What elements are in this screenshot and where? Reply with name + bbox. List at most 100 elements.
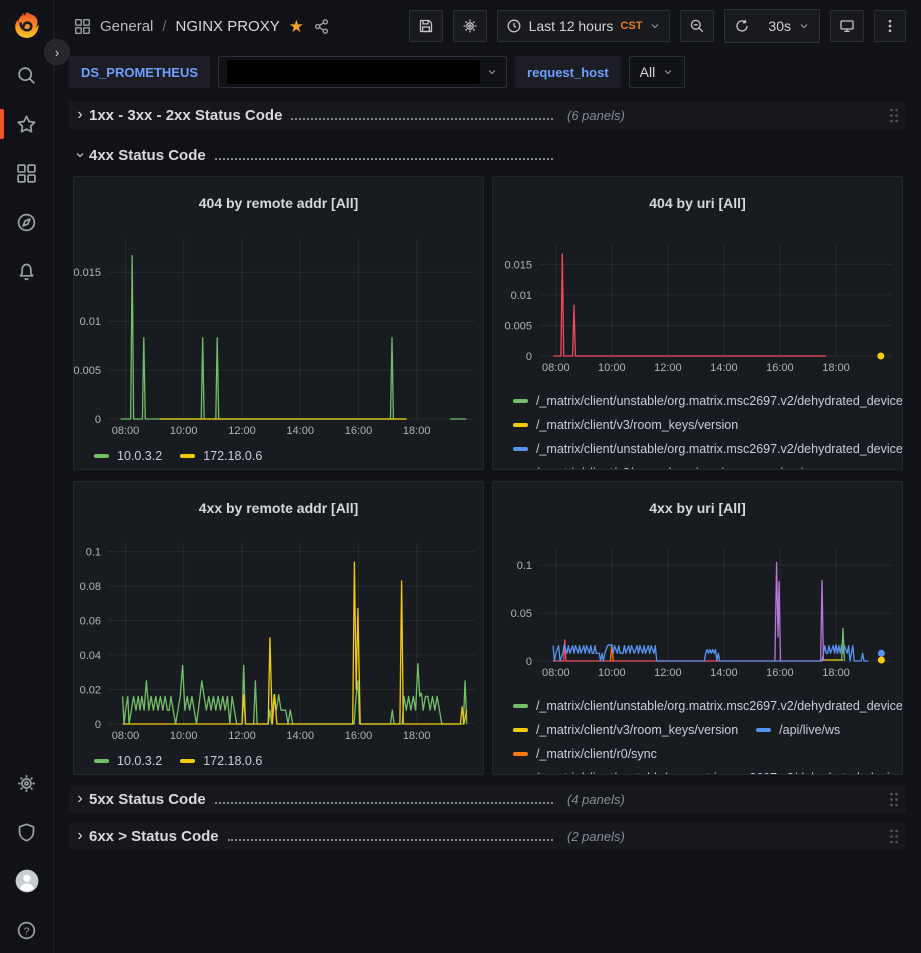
zoom-out-button[interactable] <box>680 10 714 42</box>
panel-404-by-remote-addr: 404 by remote addr [All] 08:0010:0012:00… <box>73 176 484 470</box>
legend-swatch <box>513 752 528 756</box>
legend-swatch <box>513 423 528 427</box>
legend-item[interactable]: 172.18.0.6 <box>180 749 262 773</box>
breadcrumb-dashboard-title[interactable]: NGINX PROXY <box>176 18 280 35</box>
sidebar-item-starred[interactable] <box>0 113 54 135</box>
sidebar-item-help[interactable]: ? <box>0 919 54 941</box>
legend-item[interactable]: /_matrix/client/v3/room_keys/version <box>513 718 738 742</box>
kebab-menu-icon <box>882 18 898 34</box>
legend-label: 10.0.3.2 <box>117 449 162 463</box>
legend-item[interactable]: 10.0.3.2 <box>94 749 162 773</box>
search-icon <box>16 65 37 86</box>
row-title: 4xx Status Code <box>89 147 206 164</box>
svg-text:16:00: 16:00 <box>345 425 373 437</box>
panel-title[interactable]: 404 by uri [All] <box>493 189 902 213</box>
sidebar-item-user-profile[interactable] <box>0 870 54 892</box>
breadcrumb-section[interactable]: General <box>100 18 153 35</box>
svg-text:0.04: 0.04 <box>80 650 101 662</box>
request-host-value: All <box>640 64 656 80</box>
chart-404-by-remote-addr[interactable]: 08:0010:0012:0014:0016:0018:0000.0050.01… <box>74 224 483 444</box>
legend-swatch <box>94 759 109 763</box>
time-range-picker[interactable]: Last 12 hours CST <box>497 10 671 42</box>
favorite-star-icon[interactable]: ★ <box>289 18 304 35</box>
row-5xx-status-code[interactable]: › 5xx Status Code (4 panels) <box>69 785 906 813</box>
legend-item[interactable]: /sw.js <box>756 461 810 469</box>
row-1xx-3xx-2xx-status-code[interactable]: › 1xx - 3xx - 2xx Status Code (6 panels) <box>69 101 906 129</box>
panel-grid: 404 by remote addr [All] 08:0010:0012:00… <box>73 176 903 775</box>
legend-label: 10.0.3.2 <box>117 754 162 768</box>
svg-text:0.06: 0.06 <box>80 615 101 627</box>
legend-label: /_matrix/client/unstable/org.matrix.msc2… <box>536 442 902 456</box>
request-host-variable-select[interactable]: All <box>629 56 686 88</box>
legend-item[interactable]: /_matrix/client/v3/room_keys/version <box>513 461 738 469</box>
legend-item[interactable]: /_matrix/client/r0/sync <box>513 742 657 766</box>
legend-swatch <box>180 454 195 458</box>
chevron-down-icon: › <box>71 146 89 164</box>
svg-text:18:00: 18:00 <box>822 667 850 679</box>
svg-text:08:00: 08:00 <box>112 730 140 742</box>
share-icon[interactable] <box>313 18 330 35</box>
panel-404-by-uri: 404 by uri [All] 08:0010:0012:0014:0016:… <box>492 176 903 470</box>
breadcrumb-separator: / <box>162 18 166 35</box>
sidebar-item-server-admin[interactable] <box>0 821 54 843</box>
refresh-icon <box>734 18 750 34</box>
legend-item[interactable]: /_matrix/client/unstable/org.matrix.msc2… <box>513 437 902 461</box>
svg-text:14:00: 14:00 <box>286 730 314 742</box>
svg-text:0.05: 0.05 <box>511 608 532 620</box>
sidebar-nav-top <box>0 64 54 282</box>
legend-swatch <box>513 728 528 732</box>
dashboard-toolbar: Last 12 hours CST 30s <box>409 9 906 43</box>
save-dashboard-button[interactable] <box>409 10 443 42</box>
row-6xx-status-code[interactable]: › 6xx > Status Code (2 panels) <box>69 822 906 850</box>
sidebar-item-search[interactable] <box>0 64 54 86</box>
legend-item[interactable]: 10.0.3.2 <box>94 444 162 468</box>
drag-handle-icon[interactable] <box>888 828 900 845</box>
datasource-variable-select[interactable] <box>218 56 507 88</box>
sidebar-item-configuration[interactable] <box>0 772 54 794</box>
svg-text:12:00: 12:00 <box>654 667 682 679</box>
svg-text:10:00: 10:00 <box>598 667 626 679</box>
kebab-menu-button[interactable] <box>874 10 906 42</box>
row-4xx-status-code[interactable]: › 4xx Status Code <box>69 143 906 167</box>
svg-text:10:00: 10:00 <box>598 362 626 374</box>
svg-text:0.015: 0.015 <box>504 259 532 271</box>
sidebar-item-dashboards[interactable] <box>0 162 54 184</box>
datasource-variable-label[interactable]: DS_PROMETHEUS <box>69 56 210 88</box>
legend-item[interactable]: /_matrix/client/v3/room_keys/version <box>513 413 738 437</box>
drag-handle-icon[interactable] <box>888 107 900 124</box>
sidebar-item-alerting[interactable] <box>0 260 54 282</box>
legend-item[interactable]: /api/live/ws <box>756 718 840 742</box>
request-host-variable-label[interactable]: request_host <box>515 56 621 88</box>
legend-item[interactable]: /_matrix/client/unstable/org.matrix.msc2… <box>513 694 902 718</box>
legend-label: /_matrix/client/unstable/org.matrix.msc2… <box>536 699 902 713</box>
svg-text:08:00: 08:00 <box>112 425 140 437</box>
chart-404-by-uri[interactable]: 08:0010:0012:0014:0016:0018:0000.0050.01… <box>493 225 902 381</box>
refresh-button[interactable] <box>725 10 759 42</box>
gear-icon <box>462 18 478 34</box>
chart-4xx-by-remote-addr[interactable]: 08:0010:0012:0014:0016:0018:0000.020.040… <box>74 529 483 749</box>
legend-item[interactable]: 172.18.0.6 <box>180 444 262 468</box>
panel-title[interactable]: 404 by remote addr [All] <box>74 189 483 213</box>
drag-handle-icon[interactable] <box>888 791 900 808</box>
expand-sidebar-button[interactable]: › <box>44 39 70 65</box>
refresh-interval-dropdown[interactable]: 30s <box>759 10 819 42</box>
legend-item[interactable]: /_matrix/client/unstable/org.matrix.msc2… <box>513 766 902 774</box>
sidebar-item-explore[interactable] <box>0 211 54 233</box>
svg-text:0.1: 0.1 <box>86 546 101 558</box>
legend-label: /_matrix/client/v3/room_keys/version <box>536 466 738 469</box>
dashboard-settings-button[interactable] <box>453 10 487 42</box>
panel-title[interactable]: 4xx by remote addr [All] <box>74 494 483 518</box>
cycle-view-mode-button[interactable] <box>830 10 864 42</box>
svg-text:0.005: 0.005 <box>74 365 101 377</box>
svg-text:12:00: 12:00 <box>654 362 682 374</box>
panel-title[interactable]: 4xx by uri [All] <box>493 494 902 518</box>
chevron-right-icon: › <box>71 790 89 808</box>
legend-item[interactable]: /_matrix/client/unstable/org.matrix.msc2… <box>513 389 902 413</box>
row-dotted-filler <box>215 158 553 160</box>
svg-text:18:00: 18:00 <box>403 425 431 437</box>
legend-swatch <box>513 399 528 403</box>
legend-label: /api/live/ws <box>779 723 840 737</box>
chart-4xx-by-uri[interactable]: 08:0010:0012:0014:0016:0018:0000.050.1 <box>493 530 902 686</box>
redacted-value <box>227 60 480 84</box>
grafana-logo-icon[interactable] <box>12 10 42 40</box>
